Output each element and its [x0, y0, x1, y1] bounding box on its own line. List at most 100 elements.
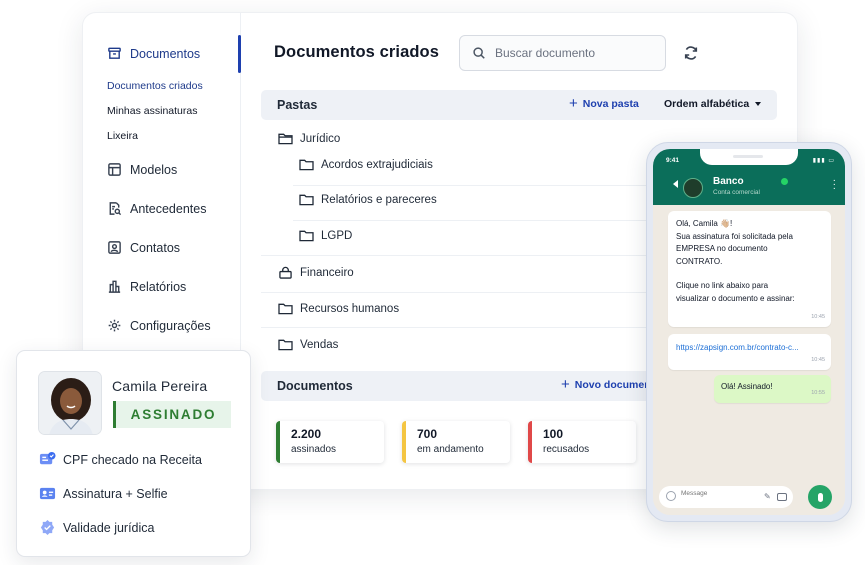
attachment-icon[interactable]: ✎	[764, 492, 771, 501]
sidebar-item-label: Relatórios	[130, 279, 187, 294]
message-text: Olá! Assinado!	[721, 382, 773, 391]
stat-value: 100	[543, 427, 564, 441]
stat-label: assinados	[291, 444, 337, 455]
check-label: Validade jurídica	[63, 520, 155, 535]
sidebar-item-relatorios[interactable]: Relatórios	[107, 279, 186, 294]
sidebar-item-label: Antecedentes	[130, 201, 207, 216]
contact-icon	[108, 241, 121, 254]
chevron-down-icon	[755, 102, 762, 106]
speaker-grille	[733, 155, 763, 158]
message-time: 10:45	[811, 356, 825, 363]
message-link-text[interactable]: https://zapsign.com.br/contrato-c...	[676, 342, 823, 355]
contact-name: Banco	[713, 176, 744, 187]
phone-notch	[700, 149, 798, 165]
folder-acordos-extrajudiciais[interactable]: Acordos extrajudiciais	[299, 158, 433, 171]
phone-mockup: 9:41 ▮▮▮ ▭ Banco Conta comercial · · · Olá…	[646, 142, 852, 522]
folder-label: Jurídico	[300, 132, 341, 145]
contact-avatar	[683, 178, 703, 198]
sidebar-item-modelos[interactable]: Modelos	[107, 162, 177, 177]
stat-card-recusados[interactable]: 100 recusados	[528, 421, 636, 463]
folder-icon	[278, 339, 293, 351]
message-composer[interactable]: ✎	[659, 486, 793, 508]
folder-vendas[interactable]: Vendas	[278, 338, 338, 351]
folder-icon	[278, 303, 293, 315]
id-card-icon	[39, 487, 56, 500]
documents-header-title: Documentos	[277, 379, 353, 393]
status-badge: ASSINADO	[113, 401, 231, 428]
avatar	[38, 371, 102, 435]
folder-relatorios-pareceres[interactable]: Relatórios e pareceres	[299, 193, 437, 206]
stat-card-em-andamento[interactable]: 700 em andamento	[402, 421, 510, 463]
folder-icon	[299, 194, 314, 206]
sidebar-item-label: Contatos	[130, 240, 181, 255]
folder-open-icon	[278, 133, 293, 145]
folder-icon	[299, 230, 314, 242]
stat-accent	[276, 421, 280, 463]
sidebar-item-contatos[interactable]: Contatos	[107, 240, 180, 255]
archive-icon	[108, 47, 121, 59]
sidebar-item-documentos[interactable]: Documentos	[107, 46, 200, 61]
message-spacer	[676, 268, 823, 280]
search-box[interactable]	[459, 35, 666, 71]
check-cpf: CPF checado na Receita	[39, 451, 202, 468]
refresh-button[interactable]	[682, 44, 700, 62]
signal-battery-icon: ▮▮▮ ▭	[812, 158, 835, 164]
camera-icon[interactable]	[777, 493, 787, 501]
search-icon	[473, 47, 485, 59]
message-incoming: Olá, Camila 👋🏼! Sua assinatura foi solic…	[668, 211, 831, 327]
new-folder-label: Nova pasta	[582, 98, 639, 110]
stat-value: 700	[417, 427, 438, 441]
sidebar-item-configuracoes[interactable]: Configurações	[107, 318, 211, 333]
stat-accent	[402, 421, 406, 463]
message-link[interactable]: https://zapsign.com.br/contrato-c... 10:…	[668, 334, 831, 370]
folders-header-bar: Pastas + Nova pasta Ordem alfabética	[261, 90, 777, 120]
check-selfie: Assinatura + Selfie	[39, 485, 168, 502]
back-arrow-icon[interactable]	[673, 180, 678, 188]
message-time: 10:45	[811, 313, 825, 320]
folder-juridico[interactable]: Jurídico	[278, 132, 340, 145]
lock-folder-icon	[279, 266, 292, 279]
sidebar-subitem-lixeira[interactable]: Lixeira	[107, 130, 138, 142]
stat-label: recusados	[543, 444, 590, 455]
sidebar-subitem-documentos-criados[interactable]: Documentos criados	[107, 80, 203, 92]
new-folder-button[interactable]: + Nova pasta	[569, 95, 639, 112]
sidebar-subitem-minhas-assinaturas[interactable]: Minhas assinaturas	[107, 105, 197, 117]
folder-financeiro[interactable]: Financeiro	[278, 266, 354, 279]
verified-seal-icon	[40, 519, 55, 536]
status-time: 9:41	[666, 157, 680, 164]
message-time: 10:55	[811, 389, 825, 396]
search-doc-icon	[109, 202, 122, 216]
folder-icon	[299, 159, 314, 171]
check-label: CPF checado na Receita	[63, 452, 202, 467]
folder-label: Relatórios e pareceres	[321, 193, 437, 206]
folder-label: Acordos extrajudiciais	[321, 158, 433, 171]
stat-card-assinados[interactable]: 2.200 assinados	[276, 421, 384, 463]
search-input[interactable]	[495, 46, 645, 60]
microphone-button[interactable]	[808, 485, 832, 509]
sort-dropdown[interactable]: Ordem alfabética	[664, 98, 762, 110]
emoji-icon[interactable]	[666, 491, 676, 501]
sidebar-item-label: Documentos	[130, 46, 201, 61]
folder-lgpd[interactable]: LGPD	[299, 229, 352, 242]
plus-icon: +	[561, 376, 570, 393]
sidebar-item-label: Modelos	[130, 162, 178, 177]
message-text: Olá, Camila 👋🏼!	[676, 219, 733, 228]
gear-icon	[108, 319, 121, 332]
check-label: Assinatura + Selfie	[63, 486, 168, 501]
sidebar-item-antecedentes[interactable]: Antecedentes	[107, 201, 206, 216]
stat-accent	[528, 421, 532, 463]
check-validade: Validade jurídica	[39, 519, 155, 536]
folder-recursos-humanos[interactable]: Recursos humanos	[278, 302, 399, 315]
sidebar-item-label: Configurações	[130, 318, 211, 333]
more-menu-icon[interactable]: · · ·	[833, 176, 836, 194]
folders-header-title: Pastas	[277, 98, 318, 112]
refresh-icon	[684, 46, 698, 60]
folder-label: Financeiro	[300, 266, 354, 279]
page-title: Documentos criados	[274, 43, 440, 61]
plus-icon: +	[569, 95, 578, 112]
signer-name: Camila Pereira	[112, 378, 208, 394]
chat-screen: 9:41 ▮▮▮ ▭ Banco Conta comercial · · · Olá…	[653, 149, 845, 515]
message-input[interactable]	[681, 490, 753, 497]
folder-label: LGPD	[321, 229, 353, 242]
message-text: EMPRESA no documento	[676, 244, 768, 253]
